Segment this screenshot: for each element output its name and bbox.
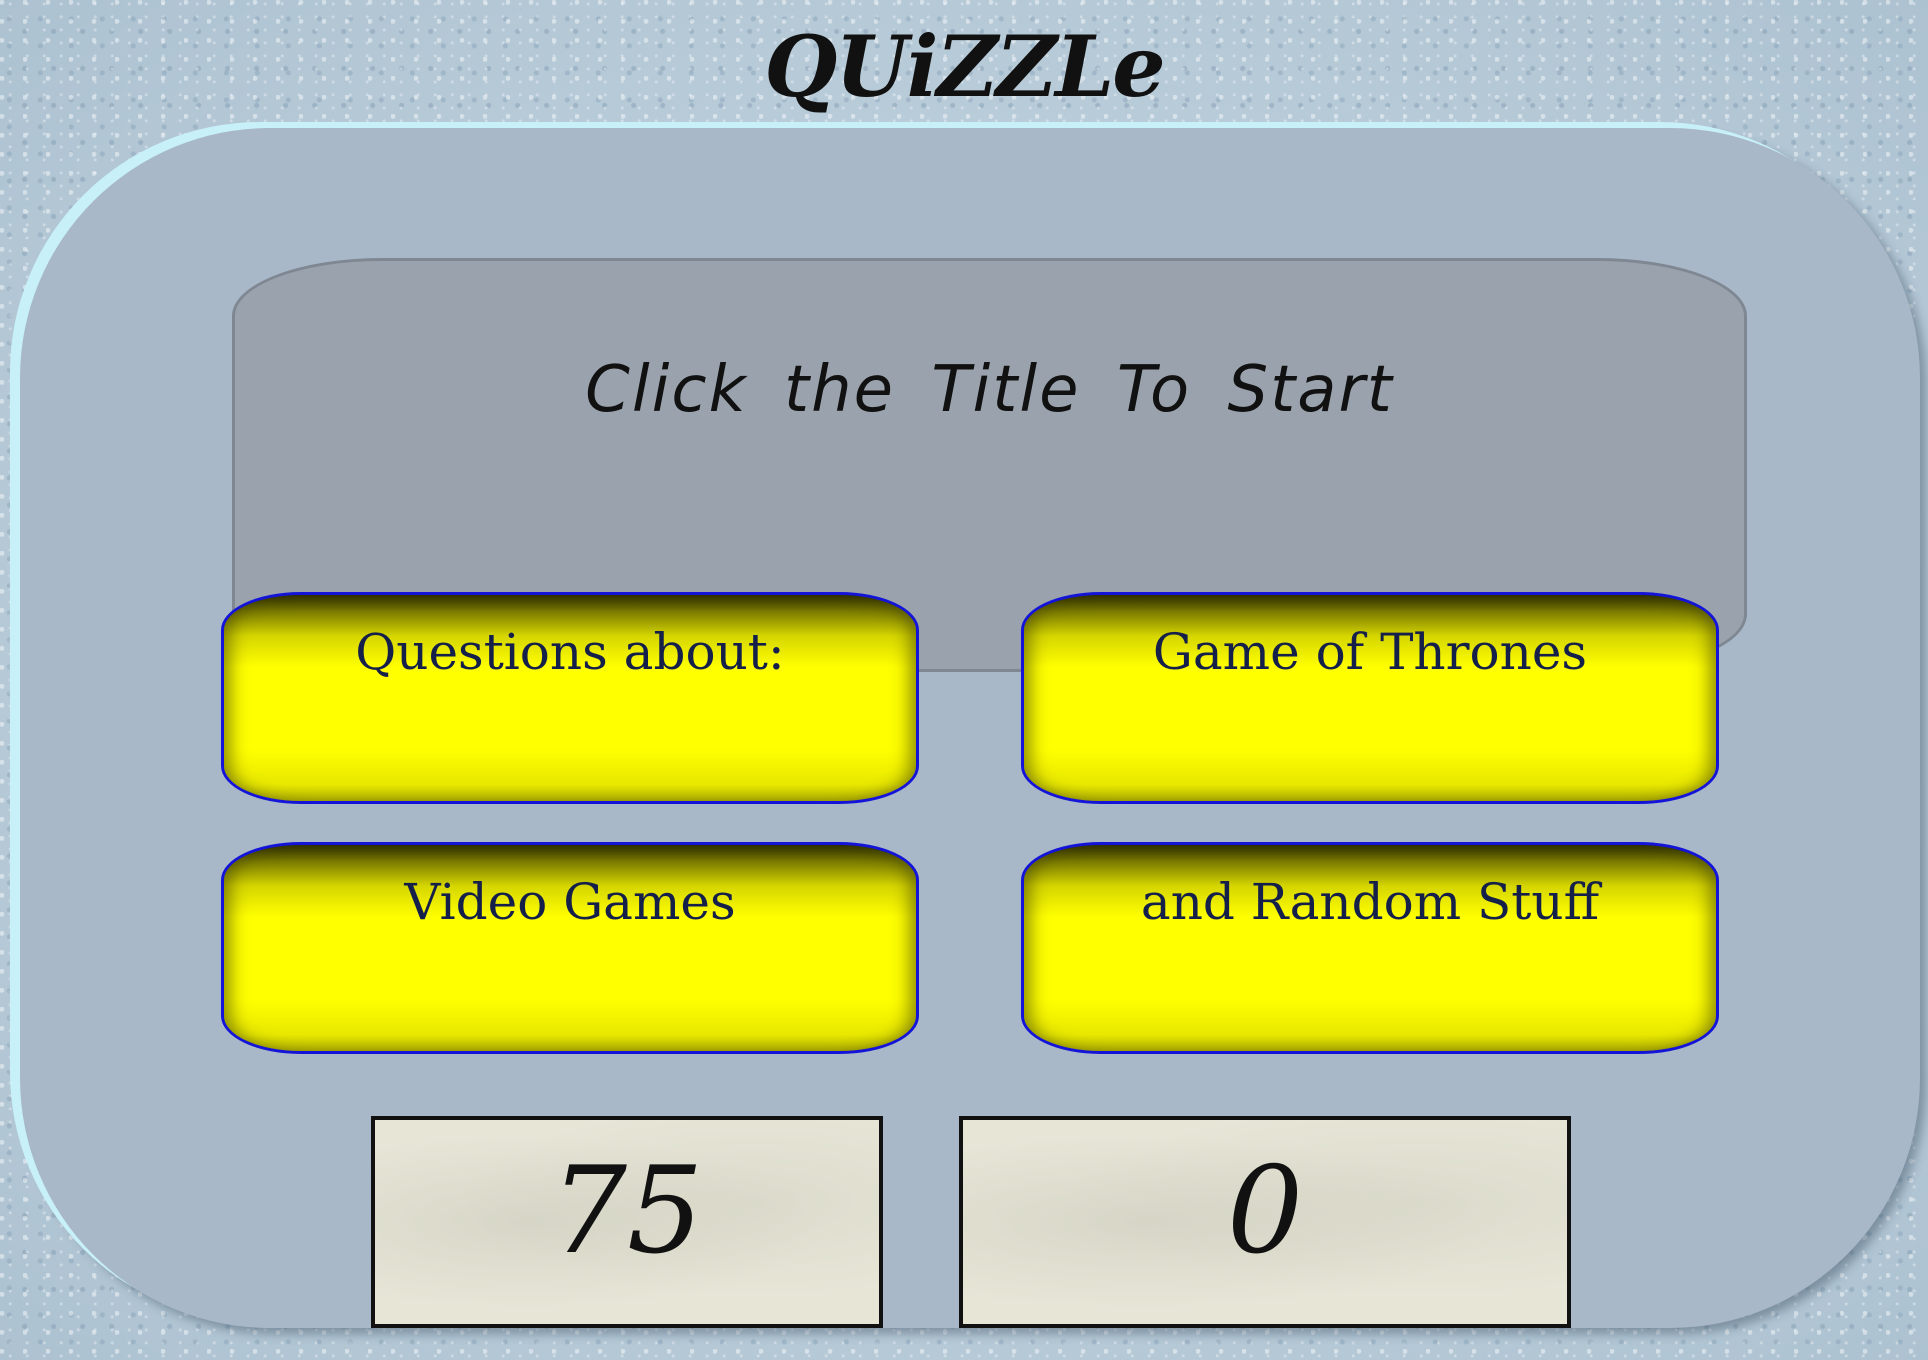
answer-button-3[interactable]: Video Games — [221, 842, 919, 1054]
answer-label: and Random Stuff — [1140, 873, 1600, 931]
answer-button-1[interactable]: Questions about: — [221, 592, 919, 804]
score-box-left: 75 — [371, 1116, 883, 1328]
score-value-right: 0 — [1226, 1142, 1304, 1281]
game-title[interactable]: QUiZZLe — [0, 12, 1928, 122]
score-box-right: 0 — [959, 1116, 1571, 1328]
question-text: Click the Title To Start — [585, 353, 1394, 427]
answer-button-4[interactable]: and Random Stuff — [1021, 842, 1719, 1054]
game-console: Click the Title To Start Questions about… — [20, 128, 1920, 1328]
answer-label: Questions about: — [355, 623, 785, 681]
answer-label: Video Games — [404, 873, 736, 931]
answer-button-2[interactable]: Game of Thrones — [1021, 592, 1719, 804]
score-value-left: 75 — [550, 1142, 704, 1281]
answer-label: Game of Thrones — [1152, 623, 1588, 681]
